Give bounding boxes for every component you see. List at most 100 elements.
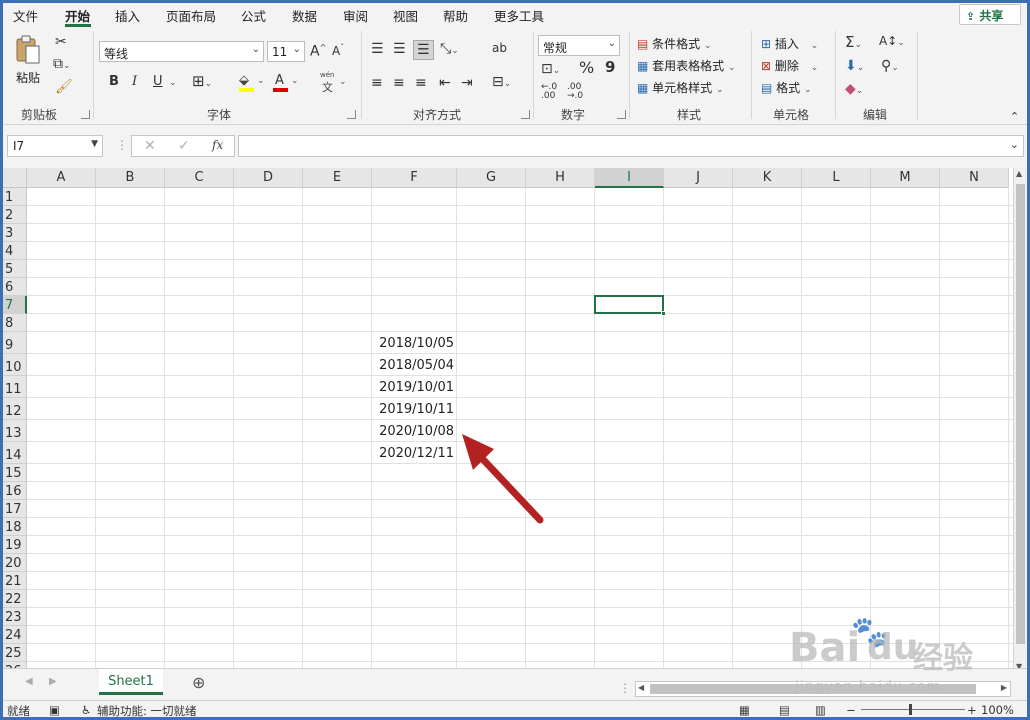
decrease-decimal-icon[interactable]: .00 →.0 [567,83,583,101]
scroll-right-icon[interactable]: ▶ [1001,683,1007,692]
menu-home[interactable]: 开始 [65,6,90,25]
macro-record-icon[interactable]: ▣ [49,703,60,717]
formula-input[interactable]: ⌄ [238,135,1024,157]
sort-filter-icon[interactable]: A↕⌄ [879,35,905,48]
merge-center-icon[interactable]: ⊟⌄ [492,75,511,89]
worksheet-grid[interactable]: A B C D E F G H I J K L M N 1 2 3 4 5 6 7 8 9 10 11 12 13 14 15 16 17 1… [3,168,1013,668]
row-header-24[interactable]: 24 [3,626,27,644]
menu-insert[interactable]: 插入 [115,6,140,25]
insert-function-button[interactable]: fx [212,138,223,152]
row-header-10[interactable]: 10 [3,354,27,376]
copy-icon[interactable]: ⧉⌄ [53,57,71,71]
accounting-format-icon[interactable]: ⊡⌄ [541,62,560,76]
next-sheet-icon[interactable]: ▶ [49,676,57,687]
row-header-11[interactable]: 11 [3,376,27,398]
delete-cells-button[interactable]: ⊠ 删除 ⌄ [761,57,818,75]
accessibility-icon[interactable]: ♿ [81,703,91,717]
wrap-text-icon[interactable]: ab [492,42,507,54]
autosum-icon[interactable]: Σ⌄ [845,35,862,50]
column-header-i[interactable]: I [595,168,664,188]
cell-styles-button[interactable]: ▦ 单元格样式 ⌄ [637,79,724,97]
scroll-up-icon[interactable]: ▲ [1016,169,1022,178]
column-header-a[interactable]: A [27,168,96,188]
font-size-select[interactable]: 11 ⌄ [267,41,305,62]
fill-icon[interactable]: ⬇⌄ [845,59,864,73]
active-cell-border[interactable] [594,295,664,314]
page-layout-view-icon[interactable]: ▤ [779,703,790,717]
collapse-ribbon-icon[interactable]: ⌃ [1010,111,1019,122]
column-header-j[interactable]: J [664,168,733,188]
increase-font-icon[interactable]: A^ [310,44,326,59]
row-header-4[interactable]: 4 [3,242,27,260]
page-break-view-icon[interactable]: ▥ [815,703,826,717]
column-header-e[interactable]: E [303,168,372,188]
column-header-b[interactable]: B [96,168,165,188]
italic-button[interactable]: I [132,75,137,88]
menu-review[interactable]: 审阅 [343,6,368,25]
zoom-slider-thumb[interactable] [909,704,912,715]
menu-file[interactable]: 文件 [13,6,38,25]
format-as-table-button[interactable]: ▦ 套用表格格式 ⌄ [637,57,736,75]
align-bottom-icon[interactable]: ☰ [413,40,434,60]
align-left-icon[interactable]: ≡ [371,76,383,90]
row-header-20[interactable]: 20 [3,554,27,572]
cell-f11[interactable]: 2019/10/01 [372,380,454,395]
insert-cells-button[interactable]: ⊞ 插入 ⌄ [761,35,818,53]
scissors-icon[interactable]: ✂ [55,35,67,49]
select-all-button[interactable] [3,168,27,188]
bold-button[interactable]: B [109,75,119,88]
menu-view[interactable]: 视图 [393,6,418,25]
paste-button[interactable]: 粘贴 [13,35,43,87]
comma-style-button[interactable]: 9 [605,60,615,75]
row-header-1[interactable]: 1 [3,188,27,206]
tab-split-grip-icon[interactable]: ⋮ [619,681,631,695]
cell-f14[interactable]: 2020/12/11 [372,446,454,461]
vertical-scrollbar[interactable]: ▲ ▼ [1013,168,1027,676]
chevron-down-icon[interactable]: ⌄ [169,78,177,88]
font-color-icon[interactable]: A ⌄ [273,73,299,93]
column-header-h[interactable]: H [526,168,595,188]
zoom-slider[interactable] [861,709,965,710]
column-header-g[interactable]: G [457,168,526,188]
row-header-16[interactable]: 16 [3,482,27,500]
row-header-17[interactable]: 17 [3,500,27,518]
row-header-13[interactable]: 13 [3,420,27,442]
menu-formulas[interactable]: 公式 [241,6,266,25]
share-button[interactable]: ⇪ 共享 [959,4,1021,25]
borders-icon[interactable]: ⊞⌄ [192,74,212,89]
scroll-left-icon[interactable]: ◀ [638,683,644,692]
row-header-25[interactable]: 25 [3,644,27,662]
find-select-icon[interactable]: ⚲⌄ [881,59,899,73]
format-cells-button[interactable]: ▤ 格式 ⌄ [761,79,812,97]
column-header-k[interactable]: K [733,168,802,188]
row-header-3[interactable]: 3 [3,224,27,242]
row-header-8[interactable]: 8 [3,314,27,332]
fill-color-icon[interactable]: ⬙ ⌄ [239,73,265,93]
enter-icon[interactable]: ✓ [178,138,190,154]
menu-data[interactable]: 数据 [292,6,317,25]
menu-help[interactable]: 帮助 [443,6,468,25]
alignment-launcher-icon[interactable] [521,110,530,119]
normal-view-icon[interactable]: ▦ [739,703,750,717]
row-header-7[interactable]: 7 [3,296,27,314]
cell-f9[interactable]: 2018/10/05 [372,336,454,351]
vertical-scroll-thumb[interactable] [1016,184,1025,644]
clear-icon[interactable]: ◆⌄ [845,82,863,96]
align-middle-icon[interactable]: ☰ [393,42,406,56]
number-format-select[interactable]: 常规 ⌄ [538,35,620,56]
column-header-l[interactable]: L [802,168,871,188]
clipboard-launcher-icon[interactable] [81,110,90,119]
expand-formula-icon[interactable]: ⌄ [1010,138,1019,151]
row-header-2[interactable]: 2 [3,206,27,224]
align-center-icon[interactable]: ≡ [393,76,405,90]
cancel-icon[interactable]: ✕ [144,138,156,154]
font-name-select[interactable]: 等线 ⌄ [99,41,264,62]
format-painter-icon[interactable]: 🖌 [55,80,73,94]
font-launcher-icon[interactable] [347,110,356,119]
fill-handle[interactable] [661,311,666,316]
align-top-icon[interactable]: ☰ [371,42,384,56]
prev-sheet-icon[interactable]: ◀ [25,676,33,687]
column-header-m[interactable]: M [871,168,940,188]
column-header-n[interactable]: N [940,168,1009,188]
row-header-5[interactable]: 5 [3,260,27,278]
